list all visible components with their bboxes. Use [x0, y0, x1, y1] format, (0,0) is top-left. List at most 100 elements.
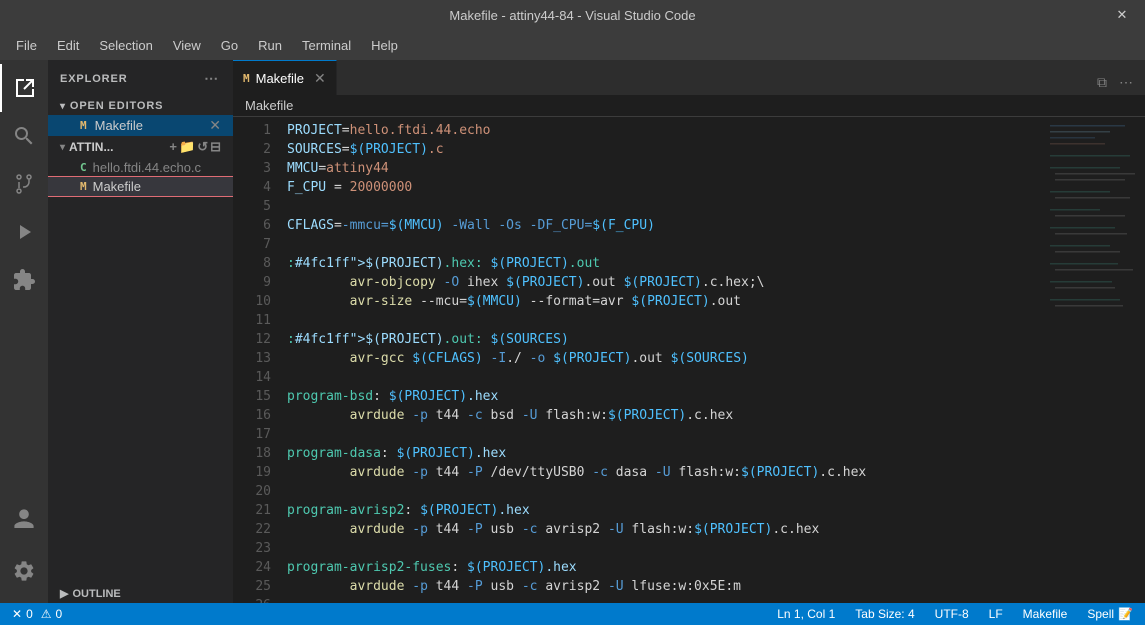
- code-line-5: [287, 197, 1045, 216]
- new-folder-icon[interactable]: 📁: [179, 139, 195, 155]
- new-file-icon[interactable]: ⋯: [202, 68, 221, 89]
- makefile-icon: M: [80, 119, 87, 132]
- makefile-folder-icon: M: [80, 180, 87, 193]
- error-count: 0: [26, 607, 33, 621]
- code-line-9: avr-objcopy -O ihex $(PROJECT).out $(PRO…: [287, 273, 1045, 292]
- status-errors[interactable]: ✕ 0 ⚠ 0: [8, 607, 66, 621]
- line-num-18: 18: [233, 444, 271, 463]
- line-num-23: 23: [233, 539, 271, 558]
- split-editor-icon[interactable]: ⧉: [1093, 70, 1111, 95]
- more-actions-icon[interactable]: ⋯: [1115, 70, 1137, 95]
- code-line-11: [287, 311, 1045, 330]
- status-language[interactable]: Makefile: [1019, 607, 1072, 621]
- activity-source-control[interactable]: [0, 160, 48, 208]
- line-num-8: 8: [233, 254, 271, 273]
- tab-makefile-icon: M: [243, 72, 250, 85]
- code-line-7: [287, 235, 1045, 254]
- status-encoding[interactable]: UTF-8: [931, 607, 973, 621]
- code-line-22: avrdude -p t44 -P usb -c avrisp2 -U flas…: [287, 520, 1045, 539]
- activity-settings[interactable]: [0, 547, 48, 595]
- file-makefile-label: Makefile: [93, 179, 141, 194]
- open-editor-makefile[interactable]: M Makefile ✕: [48, 115, 233, 136]
- activity-account[interactable]: [0, 495, 48, 543]
- title-bar: Makefile - attiny44-84 - Visual Studio C…: [0, 0, 1145, 30]
- warning-icon: ⚠: [41, 607, 52, 621]
- breadcrumb-filename[interactable]: Makefile: [245, 98, 293, 113]
- menu-bar: File Edit Selection View Go Run Terminal…: [0, 30, 1145, 60]
- code-line-23: [287, 539, 1045, 558]
- close-button[interactable]: ✕: [1099, 0, 1145, 30]
- error-icon: ✕: [12, 607, 22, 621]
- line-num-12: 12: [233, 330, 271, 349]
- code-line-14: [287, 368, 1045, 387]
- code-line-21: program-avrisp2: $(PROJECT).hex: [287, 501, 1045, 520]
- outline-section[interactable]: ▶ Outline: [48, 584, 233, 603]
- code-line-2: SOURCES=$(PROJECT).c: [287, 140, 1045, 159]
- tab-makefile[interactable]: M Makefile ✕: [233, 60, 337, 95]
- sidebar: Explorer ⋯ ▾ Open Editors M Makefile ✕ ▾…: [48, 60, 233, 603]
- code-line-18: program-dasa: $(PROJECT).hex: [287, 444, 1045, 463]
- menu-run[interactable]: Run: [250, 34, 290, 57]
- tab-makefile-label: Makefile: [256, 71, 304, 86]
- editor-content: 1234567891011121314151617181920212223242…: [233, 117, 1145, 603]
- close-editor-icon[interactable]: ✕: [209, 117, 221, 134]
- menu-file[interactable]: File: [8, 34, 45, 57]
- line-num-22: 22: [233, 520, 271, 539]
- window-title: Makefile - attiny44-84 - Visual Studio C…: [449, 8, 695, 23]
- menu-help[interactable]: Help: [363, 34, 406, 57]
- open-editor-filename: Makefile: [95, 118, 143, 133]
- menu-edit[interactable]: Edit: [49, 34, 87, 57]
- collapse-icon[interactable]: ⊟: [210, 139, 221, 155]
- folder-label: ATTIN...: [69, 140, 113, 154]
- open-editors-label: Open Editors: [70, 100, 163, 112]
- main-layout: Explorer ⋯ ▾ Open Editors M Makefile ✕ ▾…: [0, 60, 1145, 603]
- code-line-1: PROJECT=hello.ftdi.44.echo: [287, 121, 1045, 140]
- c-file-icon: C: [80, 161, 87, 174]
- menu-view[interactable]: View: [165, 34, 209, 57]
- activity-run[interactable]: [0, 208, 48, 256]
- open-editors-section[interactable]: ▾ Open Editors: [48, 97, 233, 115]
- line-num-21: 21: [233, 501, 271, 520]
- file-hello-c[interactable]: C hello.ftdi.44.echo.c: [48, 158, 233, 177]
- warning-count: 0: [56, 607, 63, 621]
- status-position[interactable]: Ln 1, Col 1: [773, 607, 839, 621]
- status-left: ✕ 0 ⚠ 0: [8, 607, 66, 621]
- code-editor[interactable]: PROJECT=hello.ftdi.44.echoSOURCES=$(PROJ…: [283, 117, 1045, 603]
- refresh-icon[interactable]: ↺: [197, 139, 208, 155]
- line-num-25: 25: [233, 577, 271, 596]
- code-line-12: :#4fc1ff">$(PROJECT).out: $(SOURCES): [287, 330, 1045, 349]
- activity-search[interactable]: [0, 112, 48, 160]
- activity-extensions[interactable]: [0, 256, 48, 304]
- status-spell[interactable]: Spell 📝: [1083, 607, 1137, 621]
- spell-label: Spell: [1087, 607, 1114, 621]
- status-tab-size[interactable]: Tab Size: 4: [851, 607, 918, 621]
- folder-section[interactable]: ▾ ATTIN... + 📁 ↺ ⊟: [48, 136, 233, 158]
- line-num-6: 6: [233, 216, 271, 235]
- line-num-11: 11: [233, 311, 271, 330]
- line-num-5: 5: [233, 197, 271, 216]
- code-line-25: avrdude -p t44 -P usb -c avrisp2 -U lfus…: [287, 577, 1045, 596]
- code-line-26: [287, 596, 1045, 603]
- new-file-folder-icon[interactable]: +: [169, 139, 177, 155]
- code-line-15: program-bsd: $(PROJECT).hex: [287, 387, 1045, 406]
- activity-explorer[interactable]: [0, 64, 48, 112]
- line-num-15: 15: [233, 387, 271, 406]
- open-editors-arrow: ▾: [60, 101, 66, 112]
- code-line-8: :#4fc1ff">$(PROJECT).hex: $(PROJECT).out: [287, 254, 1045, 273]
- code-line-13: avr-gcc $(CFLAGS) -I./ -o $(PROJECT).out…: [287, 349, 1045, 368]
- file-makefile[interactable]: M Makefile: [48, 177, 233, 196]
- tab-close-icon[interactable]: ✕: [314, 70, 326, 87]
- code-line-20: [287, 482, 1045, 501]
- menu-go[interactable]: Go: [213, 34, 246, 57]
- line-num-2: 2: [233, 140, 271, 159]
- line-num-19: 19: [233, 463, 271, 482]
- status-line-ending[interactable]: LF: [985, 607, 1007, 621]
- menu-terminal[interactable]: Terminal: [294, 34, 359, 57]
- file-hello-c-label: hello.ftdi.44.echo.c: [93, 160, 201, 175]
- code-line-6: CFLAGS=-mmcu=$(MMCU) -Wall -Os -DF_CPU=$…: [287, 216, 1045, 235]
- menu-selection[interactable]: Selection: [91, 34, 160, 57]
- activity-bar: [0, 60, 48, 603]
- minimap: [1045, 117, 1145, 603]
- code-line-4: F_CPU = 20000000: [287, 178, 1045, 197]
- code-line-17: [287, 425, 1045, 444]
